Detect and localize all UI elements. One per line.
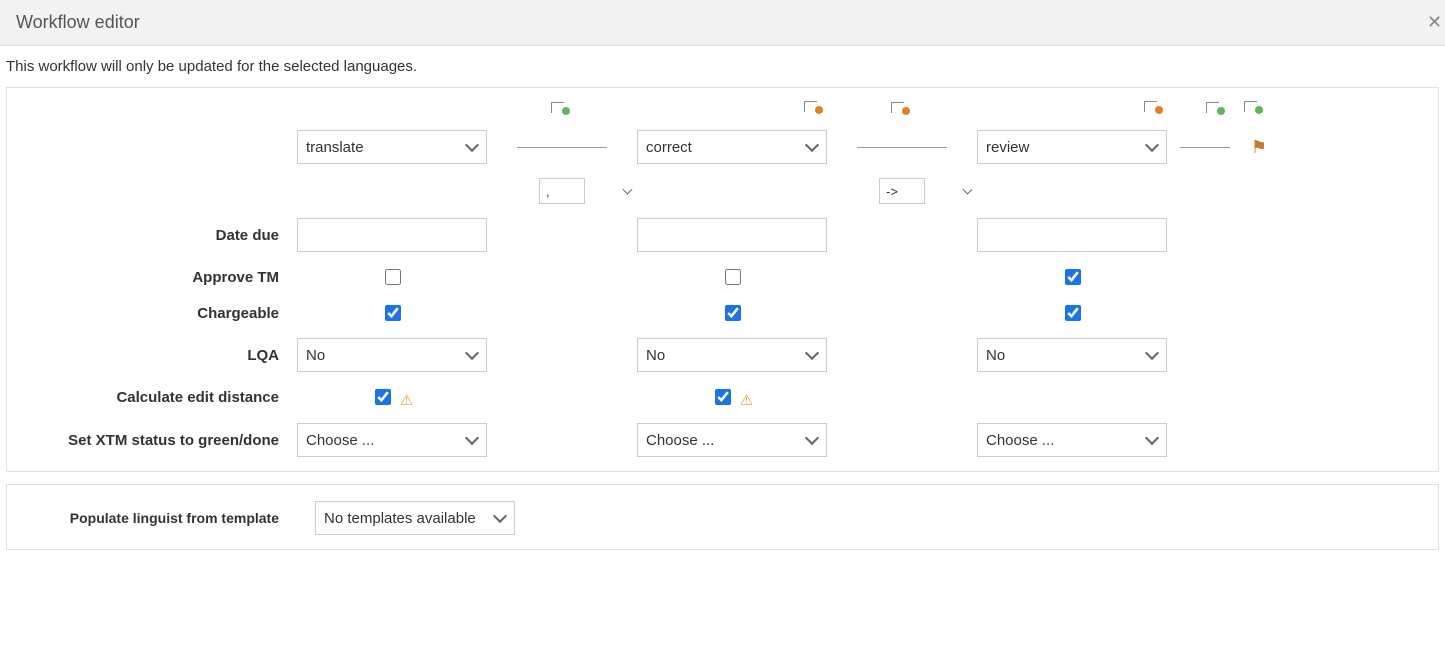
finish-flag-icon[interactable]: ⚑	[1251, 137, 1267, 158]
set-status-select[interactable]: Choose ...	[637, 423, 827, 457]
connector-line	[1180, 147, 1230, 148]
approve-tm-checkbox[interactable]	[725, 269, 741, 285]
remove-step-icon[interactable]	[891, 102, 910, 113]
header-bar: Workflow editor ✕	[0, 0, 1445, 46]
calc-edit-checkbox[interactable]	[715, 389, 731, 405]
populate-template-select[interactable]: No templates available	[315, 501, 515, 535]
warning-icon: ⚠	[400, 392, 413, 409]
remove-step-icon[interactable]	[1144, 101, 1163, 112]
chargeable-checkbox[interactable]	[1065, 305, 1081, 321]
step-select-translate[interactable]: translate	[297, 130, 487, 164]
label-calc-edit: Calculate edit distance	[17, 389, 297, 406]
approve-tm-checkbox[interactable]	[385, 269, 401, 285]
set-status-select[interactable]: Choose ...	[297, 423, 487, 457]
date-due-input[interactable]	[297, 218, 487, 252]
label-lqa: LQA	[17, 347, 297, 364]
connector-line	[857, 147, 947, 148]
label-approve-tm: Approve TM	[17, 269, 297, 286]
add-step-icon[interactable]	[1206, 102, 1225, 113]
connector-select-2[interactable]: ->	[879, 178, 925, 204]
notice-text: This workflow will only be updated for t…	[0, 46, 1445, 83]
set-status-select[interactable]: Choose ...	[977, 423, 1167, 457]
connector-line	[517, 147, 607, 148]
workflow-panel: translate correct review ⚑	[6, 87, 1439, 472]
date-due-input[interactable]	[637, 218, 827, 252]
approve-tm-checkbox[interactable]	[1065, 269, 1081, 285]
chargeable-checkbox[interactable]	[385, 305, 401, 321]
close-icon[interactable]: ✕	[1427, 12, 1441, 33]
remove-step-icon[interactable]	[804, 101, 823, 112]
step-select-review[interactable]: review	[977, 130, 1167, 164]
label-populate: Populate linguist from template	[17, 510, 297, 527]
warning-icon: ⚠	[740, 392, 753, 409]
date-due-input[interactable]	[977, 218, 1167, 252]
populate-panel: Populate linguist from template No templ…	[6, 484, 1439, 550]
label-chargeable: Chargeable	[17, 305, 297, 322]
lqa-select[interactable]: No	[977, 338, 1167, 372]
lqa-select[interactable]: No	[297, 338, 487, 372]
step-select-correct[interactable]: correct	[637, 130, 827, 164]
label-set-status: Set XTM status to green/done	[17, 432, 297, 449]
connector-select-1[interactable]: ,	[539, 178, 585, 204]
lqa-select[interactable]: No	[637, 338, 827, 372]
label-date-due: Date due	[17, 227, 297, 244]
add-step-icon[interactable]	[551, 102, 570, 113]
add-step-icon[interactable]	[1244, 101, 1263, 112]
page-title: Workflow editor	[16, 12, 140, 32]
calc-edit-checkbox[interactable]	[375, 389, 391, 405]
chargeable-checkbox[interactable]	[725, 305, 741, 321]
